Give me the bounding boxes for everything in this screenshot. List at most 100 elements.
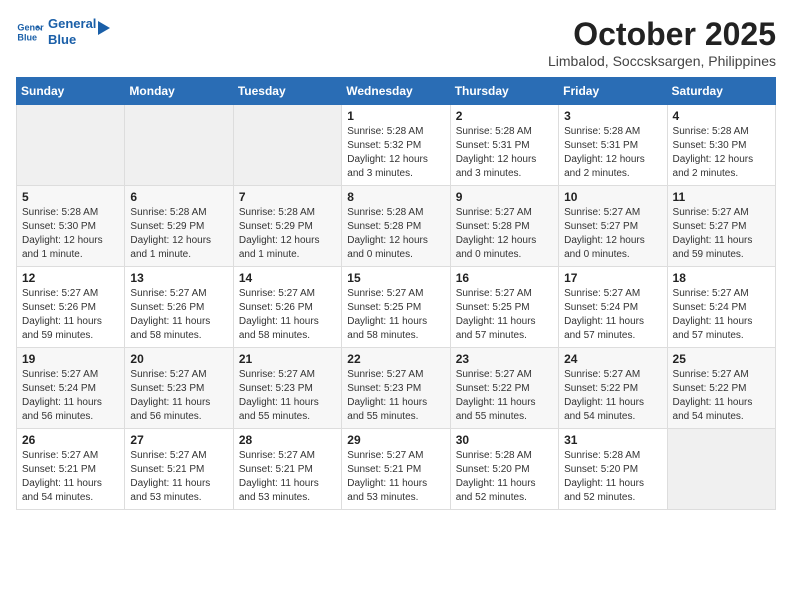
day-detail: Sunrise: 5:27 AM Sunset: 5:23 PM Dayligh… xyxy=(130,368,227,424)
weekday-header-saturday: Saturday xyxy=(667,78,775,105)
day-number: 24 xyxy=(564,352,661,366)
day-detail: Sunrise: 5:27 AM Sunset: 5:28 PM Dayligh… xyxy=(456,206,553,262)
calendar-cell: 26Sunrise: 5:27 AM Sunset: 5:21 PM Dayli… xyxy=(17,429,125,510)
calendar-cell xyxy=(667,429,775,510)
calendar-cell: 21 Sunrise: 5:27 AM Sunset: 5:23 PM Dayli… xyxy=(233,348,341,429)
calendar-cell: 18Sunrise: 5:27 AM Sunset: 5:24 PM Dayli… xyxy=(667,267,775,348)
calendar-cell: 20 Sunrise: 5:27 AM Sunset: 5:23 PM Dayli… xyxy=(125,348,233,429)
day-detail: Sunrise: 5:27 AM Sunset: 5:24 PM Dayligh… xyxy=(673,287,770,343)
day-detail: Sunrise: 5:27 AM Sunset: 5:22 PM Dayligh… xyxy=(456,368,553,424)
calendar-cell: 19Sunrise: 5:27 AM Sunset: 5:24 PM Dayli… xyxy=(17,348,125,429)
day-detail: Sunrise: 5:27 AM Sunset: 5:27 PM Dayligh… xyxy=(564,206,661,262)
calendar-cell xyxy=(233,105,341,186)
day-number: 25 xyxy=(673,352,770,366)
weekday-header-sunday: Sunday xyxy=(17,78,125,105)
calendar-cell: 24 Sunrise: 5:27 AM Sunset: 5:22 PM Dayli… xyxy=(559,348,667,429)
calendar-cell: 15 Sunrise: 5:27 AM Sunset: 5:25 PM Dayli… xyxy=(342,267,450,348)
calendar-cell: 10 Sunrise: 5:27 AM Sunset: 5:27 PM Dayli… xyxy=(559,186,667,267)
day-detail: Sunrise: 5:27 AM Sunset: 5:26 PM Dayligh… xyxy=(239,287,336,343)
day-number: 19 xyxy=(22,352,119,366)
weekday-header-thursday: Thursday xyxy=(450,78,558,105)
day-number: 9 xyxy=(456,190,553,204)
day-detail: Sunrise: 5:28 AM Sunset: 5:29 PM Dayligh… xyxy=(130,206,227,262)
day-detail: Sunrise: 5:28 AM Sunset: 5:20 PM Dayligh… xyxy=(564,449,661,505)
calendar-cell: 4Sunrise: 5:28 AM Sunset: 5:30 PM Daylig… xyxy=(667,105,775,186)
day-detail: Sunrise: 5:28 AM Sunset: 5:28 PM Dayligh… xyxy=(347,206,444,262)
day-number: 26 xyxy=(22,433,119,447)
day-detail: Sunrise: 5:27 AM Sunset: 5:22 PM Dayligh… xyxy=(564,368,661,424)
day-number: 27 xyxy=(130,433,227,447)
day-detail: Sunrise: 5:27 AM Sunset: 5:27 PM Dayligh… xyxy=(673,206,770,262)
day-detail: Sunrise: 5:27 AM Sunset: 5:26 PM Dayligh… xyxy=(22,287,119,343)
calendar-cell: 12 Sunrise: 5:27 AM Sunset: 5:26 PM Dayli… xyxy=(17,267,125,348)
calendar-week-row: 12 Sunrise: 5:27 AM Sunset: 5:26 PM Dayli… xyxy=(17,267,776,348)
day-number: 21 xyxy=(239,352,336,366)
calendar-cell: 25 Sunrise: 5:27 AM Sunset: 5:22 PM Dayli… xyxy=(667,348,775,429)
calendar-cell xyxy=(125,105,233,186)
day-number: 13 xyxy=(130,271,227,285)
weekday-header-wednesday: Wednesday xyxy=(342,78,450,105)
calendar-cell: 5Sunrise: 5:28 AM Sunset: 5:30 PM Daylig… xyxy=(17,186,125,267)
calendar-cell: 1 Sunrise: 5:28 AM Sunset: 5:32 PM Daylig… xyxy=(342,105,450,186)
day-detail: Sunrise: 5:28 AM Sunset: 5:30 PM Dayligh… xyxy=(22,206,119,262)
logo-general: General xyxy=(48,16,96,32)
day-number: 10 xyxy=(564,190,661,204)
day-detail: Sunrise: 5:28 AM Sunset: 5:20 PM Dayligh… xyxy=(456,449,553,505)
day-detail: Sunrise: 5:27 AM Sunset: 5:21 PM Dayligh… xyxy=(130,449,227,505)
calendar-cell xyxy=(17,105,125,186)
svg-text:Blue: Blue xyxy=(17,32,37,42)
svg-text:General: General xyxy=(17,22,44,32)
calendar-cell: 28 Sunrise: 5:27 AM Sunset: 5:21 PM Dayli… xyxy=(233,429,341,510)
calendar-cell: 27 Sunrise: 5:27 AM Sunset: 5:21 PM Dayli… xyxy=(125,429,233,510)
calendar-cell: 2 Sunrise: 5:28 AM Sunset: 5:31 PM Daylig… xyxy=(450,105,558,186)
day-number: 7 xyxy=(239,190,336,204)
day-detail: Sunrise: 5:28 AM Sunset: 5:31 PM Dayligh… xyxy=(456,125,553,181)
day-detail: Sunrise: 5:27 AM Sunset: 5:25 PM Dayligh… xyxy=(347,287,444,343)
day-detail: Sunrise: 5:27 AM Sunset: 5:22 PM Dayligh… xyxy=(673,368,770,424)
day-number: 11 xyxy=(673,190,770,204)
logo: General Blue General Blue xyxy=(16,16,112,47)
logo-icon: General Blue xyxy=(16,18,44,46)
day-detail: Sunrise: 5:27 AM Sunset: 5:24 PM Dayligh… xyxy=(564,287,661,343)
calendar-cell: 29Sunrise: 5:27 AM Sunset: 5:21 PM Dayli… xyxy=(342,429,450,510)
calendar-cell: 31 Sunrise: 5:28 AM Sunset: 5:20 PM Dayli… xyxy=(559,429,667,510)
day-detail: Sunrise: 5:27 AM Sunset: 5:21 PM Dayligh… xyxy=(239,449,336,505)
day-detail: Sunrise: 5:27 AM Sunset: 5:26 PM Dayligh… xyxy=(130,287,227,343)
day-number: 23 xyxy=(456,352,553,366)
day-number: 2 xyxy=(456,109,553,123)
day-number: 1 xyxy=(347,109,444,123)
title-block: October 2025 Limbalod, Soccsksargen, Phi… xyxy=(548,16,776,69)
day-number: 16 xyxy=(456,271,553,285)
weekday-header-tuesday: Tuesday xyxy=(233,78,341,105)
calendar-week-row: 19Sunrise: 5:27 AM Sunset: 5:24 PM Dayli… xyxy=(17,348,776,429)
calendar-cell: 14Sunrise: 5:27 AM Sunset: 5:26 PM Dayli… xyxy=(233,267,341,348)
day-number: 12 xyxy=(22,271,119,285)
day-number: 22 xyxy=(347,352,444,366)
day-number: 3 xyxy=(564,109,661,123)
day-detail: Sunrise: 5:27 AM Sunset: 5:25 PM Dayligh… xyxy=(456,287,553,343)
day-number: 29 xyxy=(347,433,444,447)
day-number: 17 xyxy=(564,271,661,285)
logo-blue: Blue xyxy=(48,32,96,48)
day-detail: Sunrise: 5:27 AM Sunset: 5:23 PM Dayligh… xyxy=(239,368,336,424)
calendar-cell: 22Sunrise: 5:27 AM Sunset: 5:23 PM Dayli… xyxy=(342,348,450,429)
day-number: 20 xyxy=(130,352,227,366)
calendar-cell: 6Sunrise: 5:28 AM Sunset: 5:29 PM Daylig… xyxy=(125,186,233,267)
calendar-cell: 23 Sunrise: 5:27 AM Sunset: 5:22 PM Dayli… xyxy=(450,348,558,429)
calendar-cell: 11 Sunrise: 5:27 AM Sunset: 5:27 PM Dayli… xyxy=(667,186,775,267)
calendar-cell: 8Sunrise: 5:28 AM Sunset: 5:28 PM Daylig… xyxy=(342,186,450,267)
weekday-header-friday: Friday xyxy=(559,78,667,105)
calendar-week-row: 5Sunrise: 5:28 AM Sunset: 5:30 PM Daylig… xyxy=(17,186,776,267)
month-title: October 2025 xyxy=(548,16,776,53)
day-number: 15 xyxy=(347,271,444,285)
day-detail: Sunrise: 5:28 AM Sunset: 5:32 PM Dayligh… xyxy=(347,125,444,181)
day-number: 28 xyxy=(239,433,336,447)
day-detail: Sunrise: 5:28 AM Sunset: 5:30 PM Dayligh… xyxy=(673,125,770,181)
calendar-header-row: SundayMondayTuesdayWednesdayThursdayFrid… xyxy=(17,78,776,105)
calendar-cell: 7Sunrise: 5:28 AM Sunset: 5:29 PM Daylig… xyxy=(233,186,341,267)
day-detail: Sunrise: 5:28 AM Sunset: 5:31 PM Dayligh… xyxy=(564,125,661,181)
calendar-cell: 30Sunrise: 5:28 AM Sunset: 5:20 PM Dayli… xyxy=(450,429,558,510)
day-number: 31 xyxy=(564,433,661,447)
calendar-cell: 3 Sunrise: 5:28 AM Sunset: 5:31 PM Daylig… xyxy=(559,105,667,186)
calendar-cell: 16 Sunrise: 5:27 AM Sunset: 5:25 PM Dayli… xyxy=(450,267,558,348)
